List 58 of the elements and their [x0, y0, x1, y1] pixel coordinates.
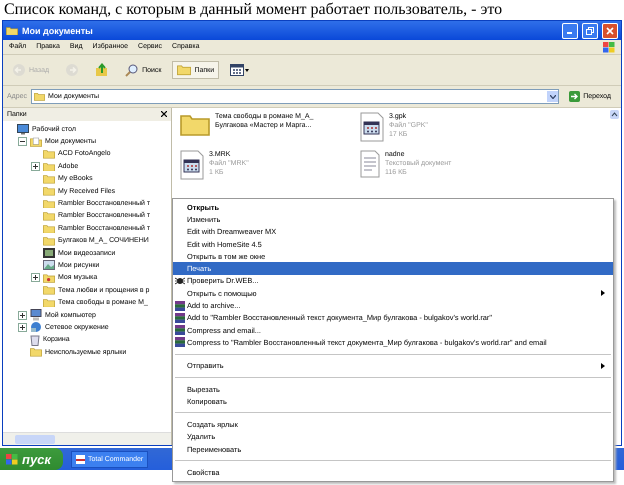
horizontal-scrollbar[interactable]	[3, 432, 171, 445]
windows-flag-icon	[6, 454, 18, 464]
film-icon	[43, 248, 55, 258]
folder-icon	[177, 64, 192, 76]
submenu-arrow-icon	[601, 362, 605, 369]
folder-icon	[43, 224, 55, 234]
folder-icon	[43, 211, 55, 221]
dropdown-button[interactable]	[547, 91, 558, 102]
minimize-button[interactable]	[562, 22, 578, 38]
windows-flag-icon	[603, 42, 615, 52]
expand-toggle[interactable]	[18, 310, 27, 320]
caption-text: Список команд, с которым в данный момент работает пользователь, - это	[3, 0, 504, 20]
folder-icon	[43, 236, 55, 246]
folder-icon	[43, 162, 55, 172]
expand-toggle[interactable]	[31, 162, 40, 171]
app-icon	[76, 454, 85, 464]
documents-folder-icon	[30, 136, 42, 147]
folder-icon	[6, 26, 18, 36]
folder-icon	[43, 149, 55, 159]
start-button[interactable]: пуск	[0, 448, 63, 470]
scroll-up-icon[interactable]	[610, 110, 619, 119]
folder-icon	[180, 112, 210, 136]
arrow-right-icon	[569, 91, 580, 102]
text-document-icon	[360, 150, 380, 178]
archive-icon	[175, 325, 185, 336]
spider-icon	[175, 276, 185, 286]
picture-icon	[43, 260, 55, 270]
submenu-arrow-icon	[601, 290, 605, 296]
folder-icon	[34, 92, 46, 101]
folder-icon	[43, 174, 55, 184]
close-icon[interactable]	[161, 110, 167, 119]
network-icon	[30, 321, 42, 334]
window-file-icon	[360, 112, 384, 142]
archive-icon	[175, 337, 185, 348]
views-icon	[230, 64, 250, 76]
folder-icon	[43, 285, 55, 296]
folder-icon	[43, 298, 55, 308]
restore-icon	[586, 26, 594, 34]
folder-icon	[43, 198, 55, 208]
close-button[interactable]	[602, 22, 618, 38]
archive-icon	[175, 300, 185, 311]
collapse-toggle[interactable]	[18, 137, 27, 146]
window-title: Мои документы	[22, 26, 94, 36]
computer-icon	[30, 309, 42, 322]
folder-icon	[43, 186, 55, 196]
desktop-icon	[17, 124, 29, 135]
expand-toggle[interactable]	[31, 273, 40, 282]
window-file-icon	[180, 150, 204, 180]
chevron-down-icon	[550, 94, 556, 98]
expand-toggle[interactable]	[18, 322, 27, 332]
search-icon	[125, 63, 140, 77]
restore-button[interactable]	[582, 22, 598, 38]
up-folder-icon	[95, 63, 110, 77]
archive-icon	[175, 312, 185, 323]
folder-icon	[30, 347, 42, 358]
close-icon	[606, 26, 614, 34]
music-folder-icon	[43, 272, 55, 283]
trash-icon	[30, 334, 40, 346]
